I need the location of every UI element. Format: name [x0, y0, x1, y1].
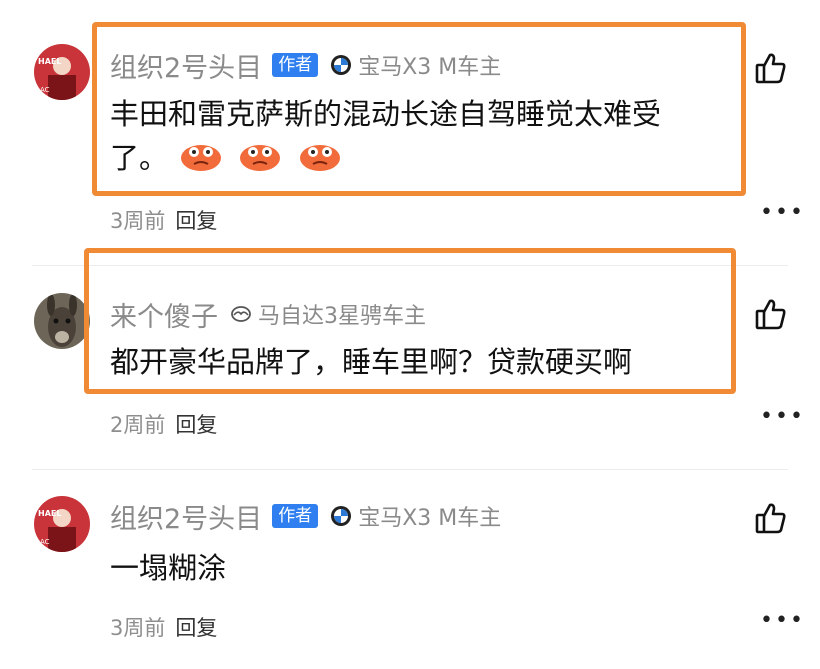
avatar[interactable]: HAEL AC: [34, 44, 90, 100]
highlight-box: [92, 22, 746, 196]
svg-text:AC: AC: [40, 86, 50, 94]
username[interactable]: 组织2号头目: [110, 497, 262, 536]
comment-header: 组织2号头目 作者 宝马X3 M车主: [110, 497, 502, 536]
thumbs-up-icon[interactable]: [753, 296, 789, 332]
more-dots-icon[interactable]: •••: [760, 404, 805, 429]
thumbs-up-icon[interactable]: [753, 50, 789, 86]
avatar[interactable]: [34, 293, 90, 349]
comment-meta: 3周前 回复: [110, 205, 217, 235]
highlight-box: [84, 248, 736, 394]
divider: [32, 469, 788, 470]
reply-button[interactable]: 回复: [175, 616, 217, 640]
avatar[interactable]: HAEL AC: [34, 496, 90, 552]
comment-meta: 3周前 回复: [110, 612, 217, 642]
reply-button[interactable]: 回复: [175, 209, 217, 233]
bmw-logo-icon: [330, 505, 352, 527]
more-dots-icon[interactable]: •••: [760, 608, 805, 633]
car-owner-label: 宝马X3 M车主: [358, 506, 502, 531]
thumbs-up-icon[interactable]: [753, 500, 789, 536]
svg-text:HAEL: HAEL: [38, 57, 61, 66]
svg-text:AC: AC: [40, 538, 50, 546]
comment-meta: 2周前 回复: [110, 409, 217, 439]
timestamp: 3周前: [110, 209, 166, 233]
author-badge: 作者: [272, 504, 319, 528]
timestamp: 3周前: [110, 616, 166, 640]
timestamp: 2周前: [110, 413, 166, 437]
comment-text: 一塌糊涂: [110, 551, 227, 585]
svg-text:HAEL: HAEL: [38, 509, 61, 518]
reply-button[interactable]: 回复: [175, 413, 217, 437]
more-dots-icon[interactable]: •••: [760, 200, 805, 225]
